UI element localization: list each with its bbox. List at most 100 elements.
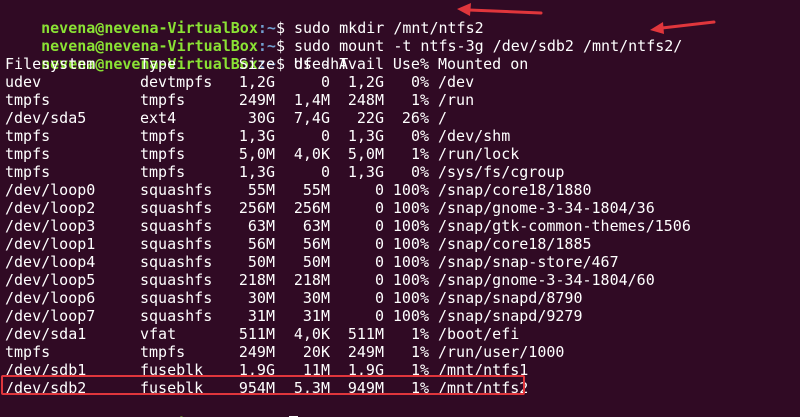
df-row: /dev/sda5 ext4 30G 7,4G 22G 26% / xyxy=(0,109,800,127)
df-row: /dev/loop3 squashfs 63M 63M 0 100% /snap/gtk-c… xyxy=(0,217,800,235)
cell-type: tmpfs xyxy=(140,163,186,181)
cell-type: squashfs xyxy=(140,253,213,271)
cell-use-percent: 0% xyxy=(410,163,429,181)
cell-size: 1,9G xyxy=(238,361,275,379)
command-line-current[interactable]: nevena@nevena-VirtualBox:~$ xyxy=(0,397,800,417)
cell-avail: 1,3G xyxy=(347,163,384,181)
cell-use-percent: 1% xyxy=(410,325,429,343)
cell-avail: 0 xyxy=(374,289,384,307)
cell-type: squashfs xyxy=(140,181,213,199)
cell-filesystem: tmpfs xyxy=(5,163,51,181)
cell-mounted-on: /dev/shm xyxy=(438,127,511,145)
cell-use-percent: 100% xyxy=(392,289,429,307)
cell-avail: 22G xyxy=(356,109,384,127)
cell-type: squashfs xyxy=(140,271,213,289)
cell-size: 249M xyxy=(238,91,275,109)
df-row: /dev/loop5 squashfs 218M 218M 0 100% /snap/gno… xyxy=(0,271,800,289)
cell-mounted-on: / xyxy=(438,109,448,127)
cell-size: 50M xyxy=(247,253,275,271)
cell-used: 5,3M xyxy=(293,379,330,397)
cell-filesystem: tmpfs xyxy=(5,145,51,163)
cell-use-percent: 100% xyxy=(392,253,429,271)
cell-mounted-on: /run/lock xyxy=(438,145,520,163)
cell-size: 1,2G xyxy=(238,73,275,91)
cell-filesystem: /dev/sdb2 xyxy=(5,379,87,397)
command-line-mkdir: nevena@nevena-VirtualBox:~$ sudo mkdir /… xyxy=(0,1,800,37)
cell-used: 218M xyxy=(293,271,330,289)
cell-used: 0 xyxy=(320,127,330,145)
cell-type: tmpfs xyxy=(140,343,186,361)
cell-use-percent: 1% xyxy=(410,361,429,379)
cell-type: squashfs xyxy=(140,307,213,325)
df-row: tmpfs tmpfs 1,3G 0 1,3G 0% /sys/fs/cgroup xyxy=(0,163,800,181)
cell-avail: 0 xyxy=(374,307,384,325)
cell-used: 31M xyxy=(302,307,330,325)
cell-use-percent: 100% xyxy=(392,199,429,217)
header-size: Size xyxy=(238,55,275,73)
cell-size: 55M xyxy=(247,181,275,199)
cell-use-percent: 0% xyxy=(410,73,429,91)
cell-type: squashfs xyxy=(140,289,213,307)
cell-mounted-on: /run/user/1000 xyxy=(438,343,565,361)
cell-size: 218M xyxy=(238,271,275,289)
header-type: Type xyxy=(140,55,177,73)
cell-size: 56M xyxy=(247,235,275,253)
cell-size: 31M xyxy=(247,307,275,325)
cell-mounted-on: /mnt/ntfs2 xyxy=(438,379,529,397)
df-row: /dev/sdb1 fuseblk 1,9G 11M 1,9G 1% /mnt/ntfs1 xyxy=(0,361,800,379)
cell-size: 30G xyxy=(247,109,275,127)
cell-size: 256M xyxy=(238,199,275,217)
cell-size: 30M xyxy=(247,289,275,307)
cell-use-percent: 100% xyxy=(392,217,429,235)
cell-avail: 0 xyxy=(374,217,384,235)
cell-size: 954M xyxy=(238,379,275,397)
cell-mounted-on: /snap/core18/1880 xyxy=(438,181,592,199)
cell-filesystem: tmpfs xyxy=(5,343,51,361)
df-row: tmpfs tmpfs 249M 1,4M 248M 1% /run xyxy=(0,91,800,109)
cell-mounted-on: /dev xyxy=(438,73,475,91)
df-row: /dev/loop4 squashfs 50M 50M 0 100% /snap/snap-… xyxy=(0,253,800,271)
df-row: /dev/loop7 squashfs 31M 31M 0 100% /snap/snapd… xyxy=(0,307,800,325)
cell-mounted-on: /snap/snap-store/467 xyxy=(438,253,619,271)
cell-mounted-on: /snap/snapd/9279 xyxy=(438,307,583,325)
cell-used: 50M xyxy=(302,253,330,271)
header-mounted-on: Mounted on xyxy=(438,55,529,73)
df-row: tmpfs tmpfs 5,0M 4,0K 5,0M 1% /run/lock xyxy=(0,145,800,163)
cell-type: squashfs xyxy=(140,235,213,253)
header-used: Used xyxy=(293,55,330,73)
terminal-window[interactable]: nevena@nevena-VirtualBox:~$ sudo mkdir /… xyxy=(0,0,800,417)
header-avail: Avail xyxy=(338,55,384,73)
cell-size: 1,3G xyxy=(238,127,275,145)
cell-use-percent: 26% xyxy=(401,109,429,127)
cell-mounted-on: /sys/fs/cgroup xyxy=(438,163,565,181)
cell-use-percent: 100% xyxy=(392,235,429,253)
cell-mounted-on: /snap/gtk-common-themes/1506 xyxy=(438,217,691,235)
cell-mounted-on: /run xyxy=(438,91,475,109)
cell-used: 4,0K xyxy=(293,145,330,163)
cell-filesystem: udev xyxy=(5,73,42,91)
cell-mounted-on: /snap/gnome-3-34-1804/36 xyxy=(438,199,655,217)
cell-mounted-on: /snap/gnome-3-34-1804/60 xyxy=(438,271,655,289)
cell-filesystem: /dev/sdb1 xyxy=(5,361,87,379)
cell-used: 30M xyxy=(302,289,330,307)
cell-avail: 248M xyxy=(347,91,384,109)
cell-used: 1,4M xyxy=(293,91,330,109)
cell-avail: 1,9G xyxy=(347,361,384,379)
cell-use-percent: 0% xyxy=(410,127,429,145)
cell-size: 511M xyxy=(238,325,275,343)
cell-avail: 511M xyxy=(347,325,384,343)
cell-type: tmpfs xyxy=(140,127,186,145)
cell-filesystem: /dev/loop2 xyxy=(5,199,96,217)
cell-type: tmpfs xyxy=(140,145,186,163)
cell-avail: 949M xyxy=(347,379,384,397)
cell-use-percent: 1% xyxy=(410,343,429,361)
cell-type: squashfs xyxy=(140,217,213,235)
cell-filesystem: tmpfs xyxy=(5,127,51,145)
cell-mounted-on: /snap/snapd/8790 xyxy=(438,289,583,307)
cell-avail: 0 xyxy=(374,199,384,217)
cell-filesystem: /dev/loop0 xyxy=(5,181,96,199)
cell-avail: 5,0M xyxy=(347,145,384,163)
command-line-mount: nevena@nevena-VirtualBox:~$ sudo mount -… xyxy=(0,19,800,55)
cell-type: squashfs xyxy=(140,199,213,217)
cell-size: 249M xyxy=(238,343,275,361)
